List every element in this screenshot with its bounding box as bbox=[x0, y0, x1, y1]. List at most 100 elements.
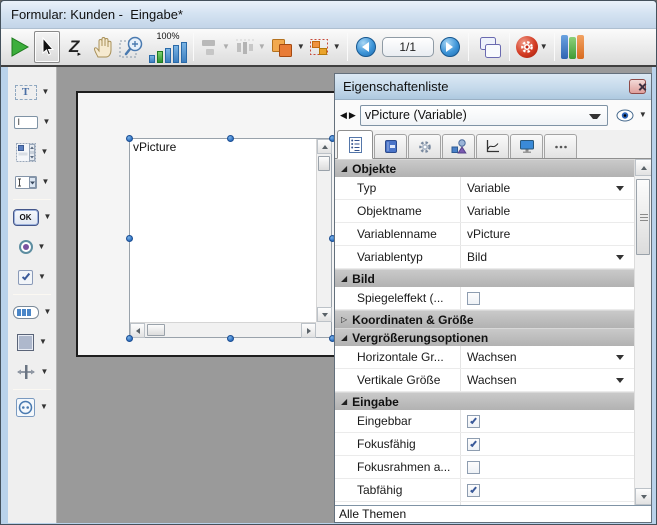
chevron-down-icon[interactable]: ▼ bbox=[43, 118, 51, 126]
previous-page-button[interactable] bbox=[353, 31, 379, 63]
chevron-down-icon[interactable]: ▼ bbox=[540, 43, 548, 51]
isolate-region-button[interactable]: ▼ bbox=[308, 31, 342, 63]
chevron-down-icon[interactable]: ▼ bbox=[297, 43, 305, 51]
selection-handle-middle-left[interactable] bbox=[126, 235, 133, 242]
selection-handle-top-left[interactable] bbox=[126, 135, 133, 142]
toolbox-item-radiobutton[interactable]: ▼ bbox=[9, 232, 55, 262]
tab-display[interactable] bbox=[510, 134, 543, 158]
object-selector[interactable]: vPicture (Variable) bbox=[360, 105, 608, 126]
chevron-down-icon[interactable]: ▼ bbox=[41, 368, 49, 376]
toolbox-item-checkbox[interactable]: ▼ bbox=[9, 262, 55, 292]
selection-handle-bottom-center[interactable] bbox=[227, 335, 234, 342]
scroll-down-icon[interactable] bbox=[317, 307, 332, 322]
toolbox-item-button[interactable]: OK ▼ bbox=[9, 202, 55, 232]
section-header[interactable]: ▷Koordinaten & Größe bbox=[335, 310, 634, 328]
page-stack-button[interactable] bbox=[474, 31, 504, 63]
tab-data[interactable] bbox=[374, 134, 407, 158]
toolbox-item-textbox[interactable]: I ▼ bbox=[9, 107, 55, 137]
property-checkbox[interactable] bbox=[467, 461, 480, 474]
panel-status-bar[interactable]: Alle Themen bbox=[335, 505, 651, 522]
toolbox-item-splitter[interactable]: ▼ bbox=[9, 357, 55, 387]
toolbox-separator bbox=[13, 199, 51, 200]
expand-icon[interactable]: ▷ bbox=[341, 315, 347, 324]
panel-titlebar[interactable]: Eigenschaftenliste bbox=[335, 74, 651, 100]
chevron-down-icon[interactable]: ▼ bbox=[38, 273, 46, 281]
chevron-down-icon[interactable]: ▼ bbox=[44, 213, 52, 221]
property-checkbox[interactable] bbox=[467, 415, 480, 428]
collapse-icon[interactable]: ◢ bbox=[341, 397, 347, 406]
property-row: Fokusrahmen a... bbox=[335, 456, 634, 479]
next-object-button[interactable]: ▶ bbox=[348, 109, 357, 122]
property-value[interactable]: vPicture bbox=[460, 227, 634, 241]
scrollbar-thumb[interactable] bbox=[147, 324, 165, 336]
property-value[interactable]: Variable bbox=[460, 181, 634, 195]
chevron-down-icon[interactable]: ▼ bbox=[39, 338, 47, 346]
vpicture-vertical-scrollbar[interactable] bbox=[316, 139, 331, 322]
dropdown-caret-icon[interactable] bbox=[616, 255, 624, 260]
pan-tool-button[interactable] bbox=[90, 31, 116, 63]
vpicture-horizontal-scrollbar[interactable] bbox=[130, 322, 316, 337]
zoom-level-button[interactable]: 100% bbox=[148, 31, 188, 63]
previous-object-button[interactable]: ◀ bbox=[339, 109, 348, 122]
toolbox-item-listbox[interactable]: ▼ bbox=[9, 137, 55, 167]
collapse-icon[interactable]: ◢ bbox=[341, 274, 347, 283]
property-checkbox[interactable] bbox=[467, 484, 480, 497]
scrollbar-thumb[interactable] bbox=[636, 179, 650, 255]
page-indicator[interactable]: 1/1 bbox=[382, 37, 434, 57]
tab-settings[interactable] bbox=[408, 134, 441, 158]
section-header[interactable]: ◢Vergrößerungsoptionen bbox=[335, 328, 634, 346]
property-checkbox[interactable] bbox=[467, 438, 480, 451]
chevron-down-icon[interactable]: ▼ bbox=[38, 243, 46, 251]
chevron-down-icon[interactable]: ▼ bbox=[41, 148, 49, 156]
dropdown-caret-icon[interactable] bbox=[616, 186, 624, 191]
scroll-down-icon[interactable] bbox=[635, 488, 651, 505]
vpicture-control[interactable]: vPicture bbox=[129, 138, 332, 338]
property-value[interactable]: Variable bbox=[460, 204, 634, 218]
chevron-down-icon[interactable]: ▼ bbox=[639, 111, 647, 119]
property-list-icon bbox=[348, 137, 363, 153]
section-header[interactable]: ◢Bild bbox=[335, 269, 634, 287]
chevron-down-icon[interactable]: ▼ bbox=[333, 43, 341, 51]
section-header[interactable]: ◢Objekte bbox=[335, 159, 634, 177]
selection-handle-bottom-left[interactable] bbox=[126, 335, 133, 342]
select-tool-button[interactable] bbox=[34, 31, 60, 63]
chevron-down-icon[interactable]: ▼ bbox=[42, 88, 50, 96]
tab-properties[interactable] bbox=[337, 130, 373, 159]
toolbox-item-custom-control[interactable]: ▼ bbox=[9, 392, 55, 422]
section-header[interactable]: ◢Eingabe bbox=[335, 392, 634, 410]
toolbox-item-label[interactable]: T ▼ bbox=[9, 77, 55, 107]
chevron-down-icon[interactable]: ▼ bbox=[42, 178, 50, 186]
toolbox-item-progressbar[interactable]: ▼ bbox=[9, 297, 55, 327]
tab-objects[interactable] bbox=[442, 134, 475, 158]
chevron-down-icon[interactable]: ▼ bbox=[44, 308, 52, 316]
property-checkbox[interactable] bbox=[467, 292, 480, 305]
scroll-right-icon[interactable] bbox=[301, 323, 316, 338]
dropdown-caret-icon[interactable] bbox=[616, 355, 624, 360]
panel-close-button[interactable] bbox=[629, 79, 646, 94]
property-value[interactable]: Bild bbox=[460, 250, 634, 264]
run-button[interactable] bbox=[6, 31, 32, 63]
property-grid-scrollbar[interactable] bbox=[634, 159, 651, 505]
tab-order-button[interactable]: Z ▸ bbox=[62, 31, 88, 63]
toolbox-item-combobox[interactable]: ▼ bbox=[9, 167, 55, 197]
settings-button[interactable]: ▼ bbox=[515, 31, 549, 63]
visibility-button[interactable]: ▼ bbox=[616, 109, 647, 122]
selection-handle-top-center[interactable] bbox=[227, 135, 234, 142]
tab-more[interactable] bbox=[544, 134, 577, 158]
tab-chart[interactable] bbox=[476, 134, 509, 158]
arrange-overlap-button[interactable]: ▼ bbox=[269, 31, 306, 63]
themes-button[interactable] bbox=[560, 31, 586, 63]
next-page-button[interactable] bbox=[437, 31, 463, 63]
property-label: Vertikale Größe bbox=[335, 373, 460, 387]
zoom-region-button[interactable] bbox=[118, 31, 146, 63]
collapse-icon[interactable]: ◢ bbox=[341, 333, 347, 342]
scrollbar-thumb[interactable] bbox=[318, 156, 330, 171]
scroll-up-icon[interactable] bbox=[635, 159, 651, 176]
property-value[interactable]: Wachsen bbox=[460, 373, 634, 387]
property-value[interactable]: Wachsen bbox=[460, 350, 634, 364]
window-titlebar[interactable]: Formular: Kunden - Eingabe* bbox=[1, 1, 656, 29]
collapse-icon[interactable]: ◢ bbox=[341, 164, 347, 173]
chevron-down-icon[interactable]: ▼ bbox=[40, 403, 48, 411]
dropdown-caret-icon[interactable] bbox=[616, 378, 624, 383]
toolbox-item-panel[interactable]: ▼ bbox=[9, 327, 55, 357]
